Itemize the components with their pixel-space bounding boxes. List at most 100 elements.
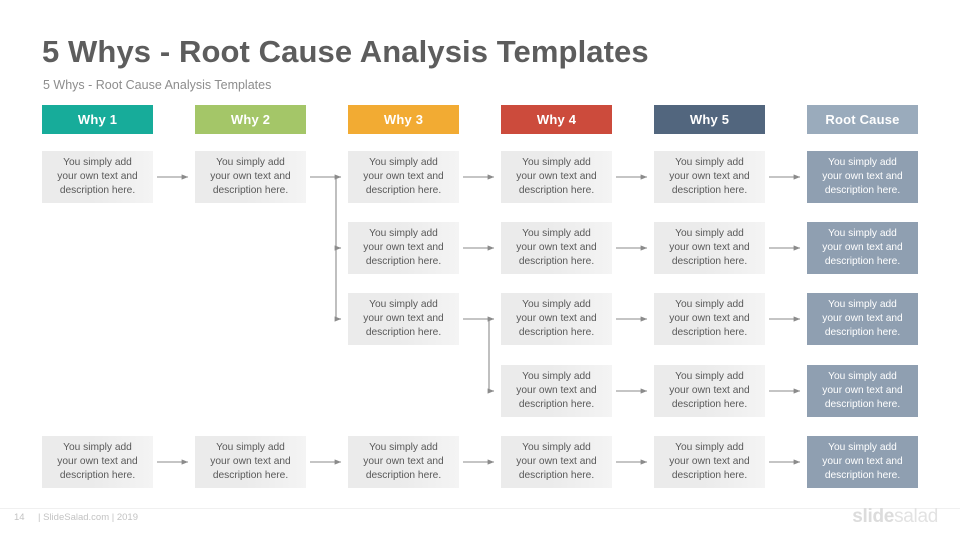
cell-text-line: You simply add <box>369 227 438 239</box>
cell-text-line: You simply add <box>675 227 744 239</box>
cell-text-line: your own text and <box>669 455 750 467</box>
cell-text: You simply add your own text and descripti… <box>822 156 902 199</box>
cell-text-line: You simply add <box>828 156 897 168</box>
cell-text-line: your own text and <box>669 384 750 396</box>
column-header-label: Why 5 <box>689 112 730 127</box>
cell-why-1-row-1[interactable]: You simply add your own text and descripti… <box>42 151 153 203</box>
cell-text-line: You simply add <box>675 298 744 310</box>
cell-why-5-row-5[interactable]: You simply add your own text and descripti… <box>654 436 765 488</box>
cell-text-line: You simply add <box>522 298 591 310</box>
cell-text-line: your own text and <box>822 455 903 467</box>
cell-text-line: You simply add <box>216 156 285 168</box>
cell-why-4-row-5[interactable]: You simply add your own text and descripti… <box>501 436 612 488</box>
column-header-why-5[interactable]: Why 5 <box>654 105 765 134</box>
cell-text-line: your own text and <box>822 312 903 324</box>
column-header-why-1[interactable]: Why 1 <box>42 105 153 134</box>
cell-text-line: description here. <box>518 399 595 411</box>
page-number: 14 <box>14 512 25 523</box>
column-header-label: Root Cause <box>825 112 900 127</box>
cell-text-line: your own text and <box>57 455 138 467</box>
cell-text: You simply add your own text and descripti… <box>669 227 749 270</box>
cell-text-line: You simply add <box>369 441 438 453</box>
cell-root-cause-row-1[interactable]: You simply add your own text and descripti… <box>807 151 918 203</box>
cell-why-1-row-5[interactable]: You simply add your own text and descripti… <box>42 436 153 488</box>
cell-text-line: description here. <box>518 470 595 482</box>
cell-why-4-row-3[interactable]: You simply add your own text and descripti… <box>501 293 612 345</box>
cell-text: You simply add your own text and descripti… <box>822 227 902 270</box>
cell-text-line: You simply add <box>369 298 438 310</box>
cell-text-line: description here. <box>824 185 901 197</box>
cell-text-line: your own text and <box>822 241 903 253</box>
cell-text-line: description here. <box>671 470 748 482</box>
column-header-why-3[interactable]: Why 3 <box>348 105 459 134</box>
cell-root-cause-row-5[interactable]: You simply add your own text and descripti… <box>807 436 918 488</box>
cell-text-line: description here. <box>518 327 595 339</box>
cell-text: You simply add your own text and descripti… <box>363 441 443 484</box>
cell-why-4-row-2[interactable]: You simply add your own text and descripti… <box>501 222 612 274</box>
column-header-why-2[interactable]: Why 2 <box>195 105 306 134</box>
cell-text: You simply add your own text and descripti… <box>669 156 749 199</box>
cell-text-line: description here. <box>59 470 136 482</box>
cell-text-line: your own text and <box>516 384 597 396</box>
cell-text-line: your own text and <box>210 170 291 182</box>
cell-text-line: description here. <box>671 185 748 197</box>
cell-text-line: description here. <box>824 256 901 268</box>
cell-text: You simply add your own text and descripti… <box>363 156 443 199</box>
cell-why-3-row-2[interactable]: You simply add your own text and descripti… <box>348 222 459 274</box>
cell-text: You simply add your own text and descripti… <box>516 441 596 484</box>
cell-text: You simply add your own text and descripti… <box>363 227 443 270</box>
column-header-root-cause[interactable]: Root Cause <box>807 105 918 134</box>
slide-canvas: 5 Whys - Root Cause Analysis Templates 5… <box>0 0 960 540</box>
cell-text: You simply add your own text and descripti… <box>669 441 749 484</box>
cell-text-line: You simply add <box>522 370 591 382</box>
cell-text-line: description here. <box>365 256 442 268</box>
cell-why-3-row-3[interactable]: You simply add your own text and descripti… <box>348 293 459 345</box>
cell-text-line: description here. <box>824 399 901 411</box>
cell-root-cause-row-2[interactable]: You simply add your own text and descripti… <box>807 222 918 274</box>
cell-text-line: description here. <box>671 256 748 268</box>
cell-why-5-row-2[interactable]: You simply add your own text and descripti… <box>654 222 765 274</box>
page-subtitle: 5 Whys - Root Cause Analysis Templates <box>43 78 272 92</box>
cell-text: You simply add your own text and descripti… <box>363 298 443 341</box>
cell-text: You simply add your own text and descripti… <box>516 227 596 270</box>
slidesalad-logo: slidesalad <box>852 506 938 528</box>
cell-text-line: description here. <box>824 470 901 482</box>
cell-why-2-row-1[interactable]: You simply add your own text and descripti… <box>195 151 306 203</box>
cell-text-line: You simply add <box>522 156 591 168</box>
cell-text: You simply add your own text and descripti… <box>210 156 290 199</box>
cell-text-line: You simply add <box>675 441 744 453</box>
cell-text-line: description here. <box>824 327 901 339</box>
cell-text-line: description here. <box>59 185 136 197</box>
cell-text-line: description here. <box>212 185 289 197</box>
cell-text-line: description here. <box>365 185 442 197</box>
column-header-label: Why 2 <box>230 112 271 127</box>
cell-text-line: your own text and <box>57 170 138 182</box>
cell-text-line: your own text and <box>210 455 291 467</box>
cell-text-line: your own text and <box>822 170 903 182</box>
cell-text: You simply add your own text and descripti… <box>822 298 902 341</box>
cell-why-5-row-4[interactable]: You simply add your own text and descripti… <box>654 365 765 417</box>
cell-why-4-row-4[interactable]: You simply add your own text and descripti… <box>501 365 612 417</box>
cell-why-5-row-3[interactable]: You simply add your own text and descripti… <box>654 293 765 345</box>
cell-text-line: your own text and <box>669 312 750 324</box>
cell-text-line: description here. <box>365 470 442 482</box>
cell-why-3-row-1[interactable]: You simply add your own text and descripti… <box>348 151 459 203</box>
cell-text: You simply add your own text and descripti… <box>822 441 902 484</box>
cell-text-line: your own text and <box>363 241 444 253</box>
cell-text-line: your own text and <box>516 170 597 182</box>
cell-why-2-row-5[interactable]: You simply add your own text and descripti… <box>195 436 306 488</box>
cell-text-line: your own text and <box>669 170 750 182</box>
cell-text-line: your own text and <box>822 384 903 396</box>
cell-why-4-row-1[interactable]: You simply add your own text and descripti… <box>501 151 612 203</box>
cell-text-line: You simply add <box>828 370 897 382</box>
cell-text-line: your own text and <box>516 455 597 467</box>
cell-why-3-row-5[interactable]: You simply add your own text and descripti… <box>348 436 459 488</box>
cell-why-5-row-1[interactable]: You simply add your own text and descripti… <box>654 151 765 203</box>
cell-root-cause-row-4[interactable]: You simply add your own text and descripti… <box>807 365 918 417</box>
cell-text: You simply add your own text and descripti… <box>57 156 137 199</box>
cell-text-line: You simply add <box>369 156 438 168</box>
cell-text-line: your own text and <box>516 241 597 253</box>
column-header-label: Why 1 <box>77 112 118 127</box>
cell-root-cause-row-3[interactable]: You simply add your own text and descripti… <box>807 293 918 345</box>
column-header-why-4[interactable]: Why 4 <box>501 105 612 134</box>
